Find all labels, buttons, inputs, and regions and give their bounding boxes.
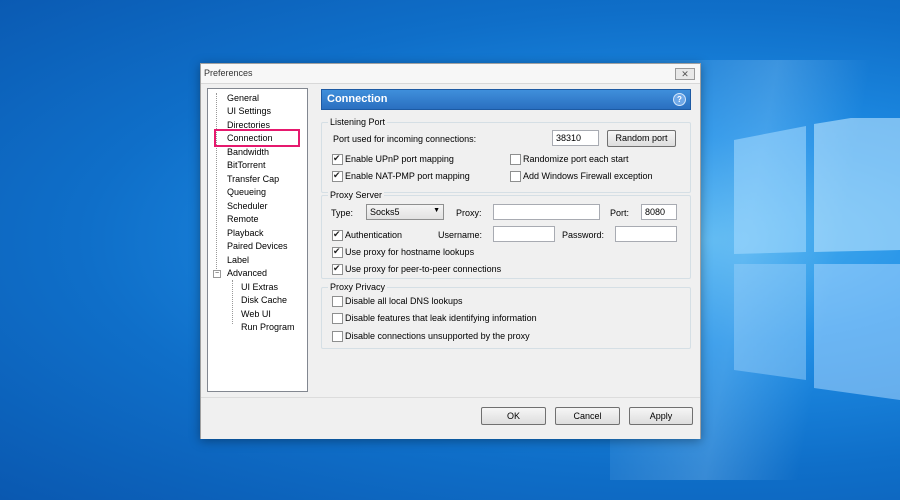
tree-item-web-ui[interactable]: Web UI	[241, 308, 271, 320]
random-port-button[interactable]: Random port	[607, 130, 676, 147]
upnp-label: Enable UPnP port mapping	[345, 154, 454, 164]
title-bar: Preferences ✕	[201, 64, 700, 84]
dropdown-arrow-icon: ▼	[433, 207, 440, 214]
tree-item-connection[interactable]: Connection	[214, 129, 300, 147]
tree-item-ui-settings[interactable]: UI Settings	[227, 105, 271, 117]
port-label: Port used for incoming connections:	[333, 134, 477, 144]
tree-item-playback[interactable]: Playback	[227, 227, 264, 239]
tree-item-advanced[interactable]: Advanced	[227, 267, 267, 279]
hostname-lookup-label: Use proxy for hostname lookups	[345, 247, 475, 257]
category-tree: General UI Settings Directories Connecti…	[207, 88, 308, 392]
dns-lookup-checkbox[interactable]	[332, 296, 343, 307]
listening-port-input[interactable]: 38310	[552, 130, 599, 146]
unsupported-connections-label: Disable connections unsupported by the p…	[345, 331, 530, 341]
tree-item-paired-devices[interactable]: Paired Devices	[227, 240, 288, 252]
tree-item-label[interactable]: Label	[227, 254, 249, 266]
unsupported-connections-checkbox[interactable]	[332, 331, 343, 342]
apply-button[interactable]: Apply	[629, 407, 693, 425]
tree-item-queueing[interactable]: Queueing	[227, 186, 266, 198]
password-label: Password:	[562, 230, 605, 240]
listening-port-group: Listening Port Port used for incoming co…	[321, 117, 691, 193]
tree-item-ui-extras[interactable]: UI Extras	[241, 281, 278, 293]
tree-item-run-program[interactable]: Run Program	[241, 321, 295, 333]
randomize-port-label: Randomize port each start	[523, 154, 629, 164]
preferences-dialog: Preferences ✕ General UI Settings Direct…	[200, 63, 701, 439]
proxy-port-label: Port:	[610, 208, 630, 218]
authentication-checkbox[interactable]	[332, 229, 343, 241]
close-button[interactable]: ✕	[675, 68, 695, 80]
cancel-button[interactable]: Cancel	[555, 407, 620, 425]
listening-port-label: Listening Port	[328, 117, 388, 127]
natpmp-label: Enable NAT-PMP port mapping	[345, 171, 470, 181]
authentication-label: Authentication	[345, 230, 403, 240]
firewall-checkbox[interactable]	[510, 171, 521, 182]
dns-lookup-label: Disable all local DNS lookups	[345, 296, 463, 306]
ok-button[interactable]: OK	[481, 407, 546, 425]
proxy-host-input[interactable]	[493, 204, 600, 220]
tree-item-transfer-cap[interactable]: Transfer Cap	[227, 173, 279, 185]
tree-item-bittorrent[interactable]: BitTorrent	[227, 159, 266, 171]
proxy-type-label: Type:	[331, 208, 354, 218]
tree-item-directories[interactable]: Directories	[227, 119, 270, 131]
tree-item-disk-cache[interactable]: Disk Cache	[241, 294, 287, 306]
proxy-server-group: Proxy Server Type: Socks5 ▼ Proxy: Port:…	[321, 190, 691, 279]
proxy-host-label: Proxy:	[456, 208, 482, 218]
tree-item-scheduler[interactable]: Scheduler	[227, 200, 268, 212]
p2p-proxy-label: Use proxy for peer-to-peer connections	[345, 264, 502, 274]
proxy-privacy-group: Proxy Privacy Disable all local DNS look…	[321, 282, 691, 349]
proxy-type-value: Socks5	[370, 207, 400, 217]
section-title: Connection	[327, 93, 388, 105]
username-input[interactable]	[493, 226, 555, 242]
tree-item-general[interactable]: General	[227, 92, 259, 104]
hostname-lookup-checkbox[interactable]	[332, 246, 343, 258]
leak-features-label: Disable features that leak identifying i…	[345, 313, 537, 323]
section-header: Connection ?	[321, 89, 691, 110]
randomize-port-checkbox[interactable]	[510, 154, 521, 165]
leak-features-checkbox[interactable]	[332, 313, 343, 324]
password-input[interactable]	[615, 226, 677, 242]
tree-item-bandwidth[interactable]: Bandwidth	[227, 146, 269, 158]
p2p-proxy-checkbox[interactable]	[332, 263, 343, 275]
upnp-checkbox[interactable]	[332, 153, 343, 165]
username-label: Username:	[438, 230, 483, 240]
proxy-port-input[interactable]: 8080	[641, 204, 677, 220]
proxy-type-select[interactable]: Socks5 ▼	[366, 204, 444, 220]
firewall-label: Add Windows Firewall exception	[523, 171, 653, 181]
help-icon[interactable]: ?	[673, 93, 686, 106]
proxy-privacy-label: Proxy Privacy	[328, 282, 388, 292]
natpmp-checkbox[interactable]	[332, 170, 343, 182]
proxy-server-label: Proxy Server	[328, 190, 385, 200]
collapse-icon[interactable]: −	[213, 270, 221, 278]
tree-connector	[216, 93, 217, 273]
dialog-footer: OK Cancel Apply	[201, 397, 700, 439]
window-title: Preferences	[204, 68, 253, 78]
close-icon: ✕	[681, 69, 689, 79]
windows-logo	[734, 118, 900, 400]
tree-connector	[232, 280, 233, 324]
tree-item-remote[interactable]: Remote	[227, 213, 259, 225]
